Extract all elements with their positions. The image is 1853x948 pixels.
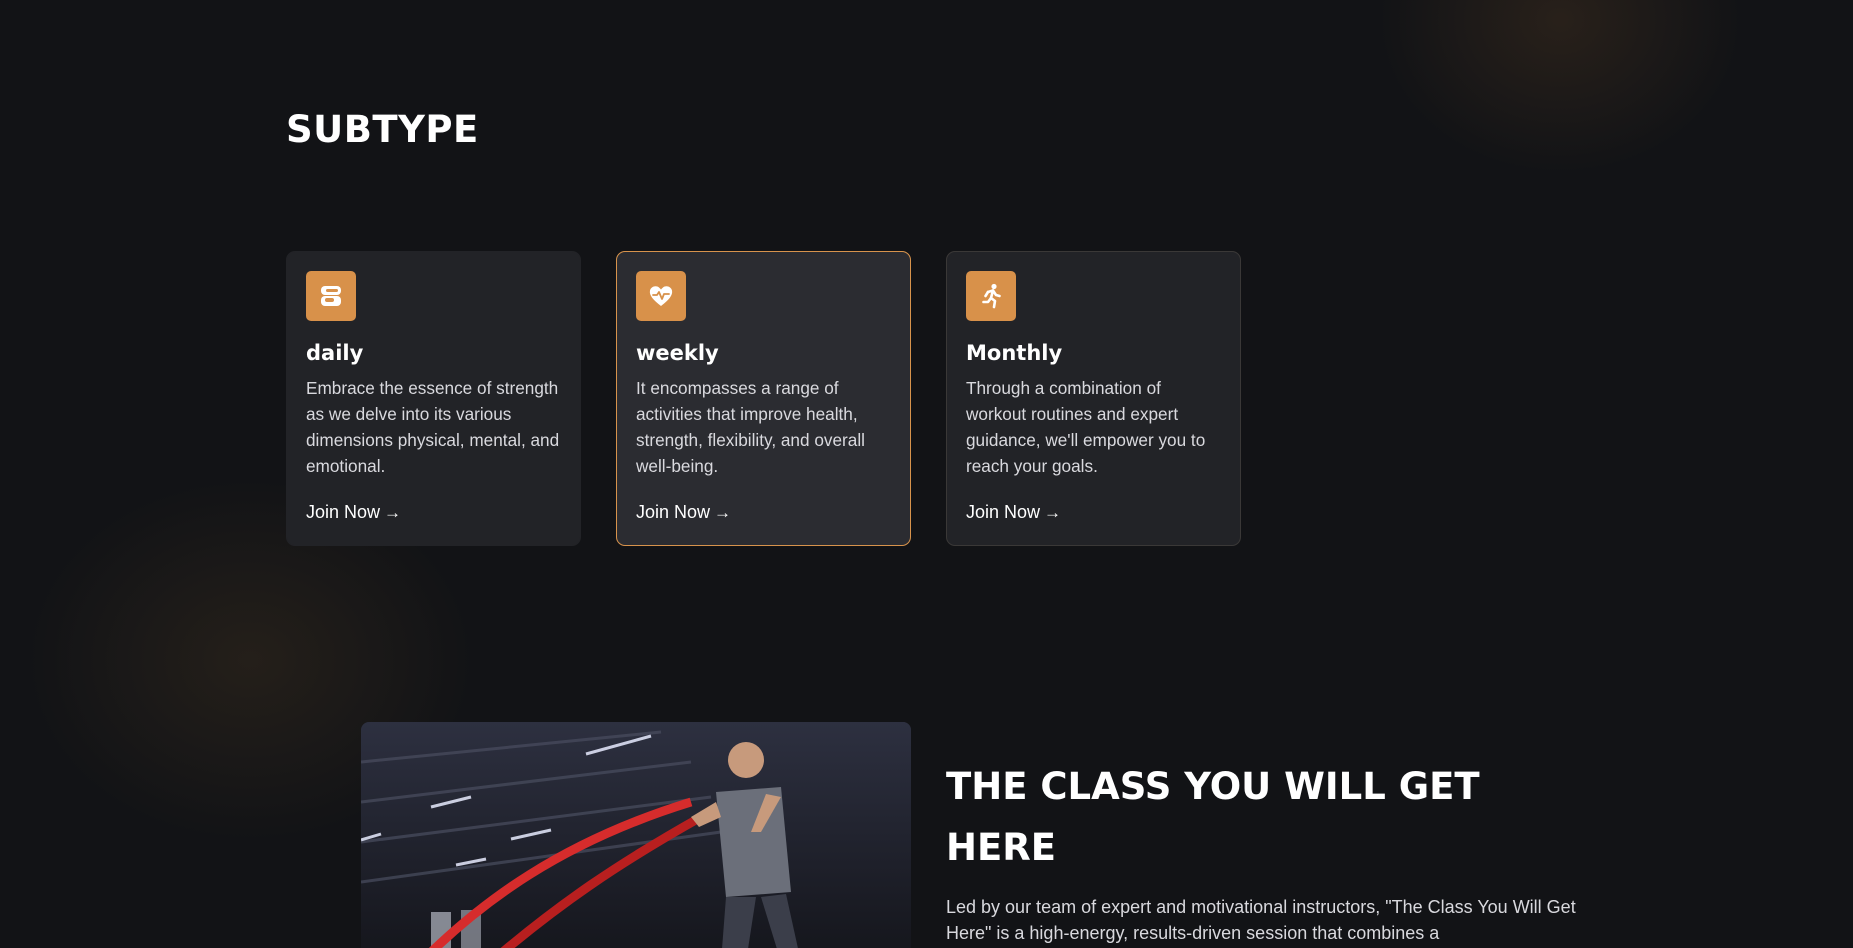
section-title: SUBTYPE [286,108,479,151]
class-section-description: Led by our team of expert and motivation… [946,897,1576,943]
card-daily: daily Embrace the essence of strength as… [286,251,581,546]
arrow-right-icon: → [714,502,732,522]
card-title: Monthly [966,341,1063,365]
join-now-link[interactable]: Join Now → [966,502,1061,523]
page: SUBTYPE daily Embrace the essence of str… [0,0,1853,948]
arrow-right-icon: → [384,502,402,522]
card-weekly: weekly It encompasses a range of activit… [616,251,911,546]
class-section-title: THE CLASS YOU WILL GET HERE [946,765,1480,869]
running-icon [966,271,1016,321]
join-now-label: Join Now [966,502,1041,522]
join-now-link[interactable]: Join Now → [636,502,731,523]
join-now-link[interactable]: Join Now → [306,502,401,523]
join-now-label: Join Now [306,502,381,522]
card-monthly: Monthly Through a combination of workout… [946,251,1241,546]
class-photo [361,722,911,948]
card-description: Through a combination of workout routine… [966,378,1206,476]
card-description: Embrace the essence of strength as we de… [306,378,560,476]
heart-pulse-icon [636,271,686,321]
card-description: It encompasses a range of activities tha… [636,378,865,476]
card-title: weekly [636,341,719,365]
arrow-right-icon: → [1044,502,1062,522]
join-now-label: Join Now [636,502,711,522]
card-title: daily [306,341,364,365]
kettlebell-icon [306,271,356,321]
gym-photo-illustration [361,722,911,948]
